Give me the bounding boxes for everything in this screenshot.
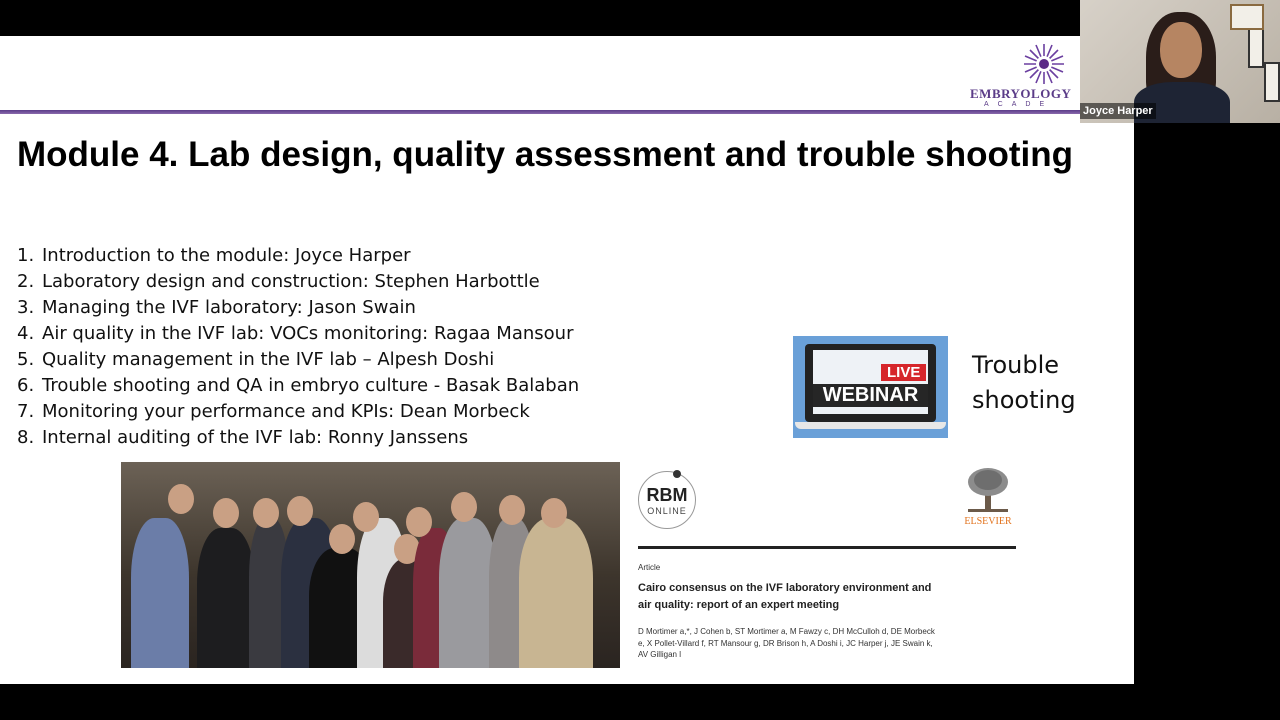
participant-name: Joyce Harper bbox=[1080, 103, 1156, 119]
article-title: Cairo consensus on the IVF laboratory en… bbox=[638, 582, 932, 611]
module-agenda-list: 1. Introduction to the module: Joyce Harp… bbox=[17, 243, 579, 451]
agenda-item: 5. Quality management in the IVF lab – Al… bbox=[17, 349, 495, 370]
tree-icon bbox=[968, 468, 1008, 512]
group-photo bbox=[121, 462, 620, 668]
agenda-item: 7. Monitoring your performance and KPIs: … bbox=[17, 401, 530, 422]
elsevier-logo: ELSEVIER bbox=[960, 466, 1016, 530]
agenda-item: 2. Laboratory design and construction: St… bbox=[17, 271, 540, 292]
agenda-item: 1. Introduction to the module: Joyce Harp… bbox=[17, 245, 411, 266]
live-webinar-image: LIVE WEBINAR bbox=[793, 336, 948, 438]
laptop-icon: LIVE WEBINAR bbox=[805, 344, 936, 422]
article-authors: D Mortimer a,*, J Cohen b, ST Mortimer a… bbox=[638, 627, 935, 659]
presentation-slide: EMBRYOLOGY ACADE Module 4. Lab design, q… bbox=[0, 36, 1134, 684]
participant-video-tile[interactable]: Joyce Harper bbox=[1080, 0, 1280, 123]
slide-title: Module 4. Lab design, quality assessment… bbox=[17, 135, 1073, 174]
trouble-shooting-label: Trouble shooting bbox=[972, 351, 1076, 414]
agenda-item: 3. Managing the IVF laboratory: Jason Swa… bbox=[17, 297, 416, 318]
live-badge: LIVE bbox=[881, 364, 927, 381]
sun-burst-icon bbox=[1024, 44, 1064, 84]
logo-subtext: ACADE bbox=[984, 101, 1054, 108]
article-type: Article bbox=[638, 563, 661, 572]
agenda-item: 4. Air quality in the IVF lab: VOCs monit… bbox=[17, 323, 574, 344]
article-rule bbox=[638, 546, 1016, 549]
header-divider bbox=[0, 110, 1080, 114]
logo-text: EMBRYOLOGY bbox=[970, 86, 1072, 101]
embryology-academy-logo: EMBRYOLOGY ACADE bbox=[970, 42, 1080, 108]
webinar-label: WEBINAR bbox=[813, 384, 928, 407]
rbm-online-logo: RBM ONLINE bbox=[638, 470, 696, 529]
agenda-item: 8. Internal auditing of the IVF lab: Ronn… bbox=[17, 427, 469, 448]
agenda-item: 6. Trouble shooting and QA in embryo cult… bbox=[17, 375, 580, 396]
journal-article-preview: RBM ONLINE ELSEVIER Article Cairo consen… bbox=[638, 466, 1018, 666]
